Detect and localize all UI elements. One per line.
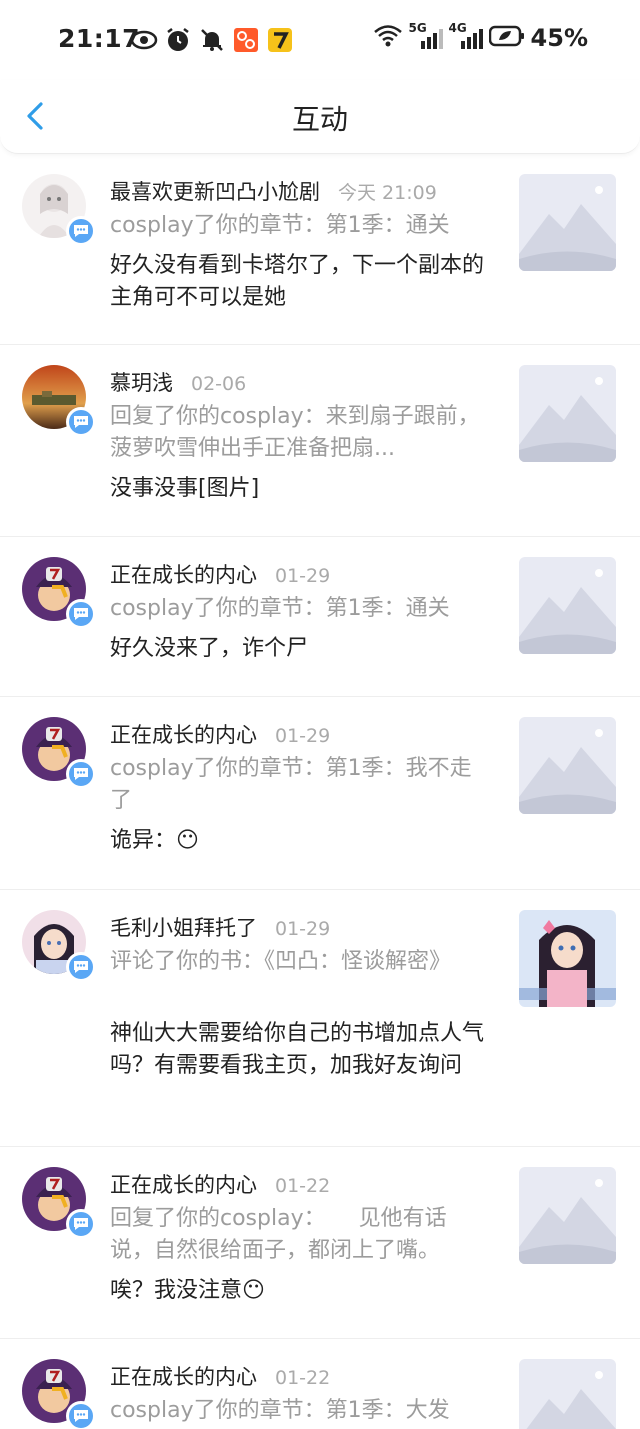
cover-thumbnail[interactable] [519, 365, 616, 462]
item-time: 01-22 [275, 1175, 331, 1197]
item-content: 慕玥浅 02-06 回复了你的cosplay：来到扇子跟前，菠萝吹雪伸出手正准备… [110, 367, 490, 505]
avatar[interactable] [22, 910, 96, 982]
item-reference: 评论了你的书：《凹凸：怪谈解密》 [110, 949, 452, 974]
wifi-icon [373, 24, 403, 52]
item-time: 01-29 [275, 565, 331, 587]
cover-thumbnail[interactable] [519, 717, 616, 814]
item-time: 01-29 [275, 918, 331, 940]
list-item[interactable]: 慕玥浅 02-06 回复了你的cosplay：来到扇子跟前，菠萝吹雪伸出手正准备… [0, 345, 640, 537]
comment-badge-icon [66, 952, 96, 982]
mute-bell-icon [198, 26, 226, 54]
item-reply: 诡异：😶 [110, 828, 199, 853]
comment-badge-icon [66, 599, 96, 629]
user-name[interactable]: 慕玥浅 [110, 367, 173, 397]
user-name[interactable]: 最喜欢更新凹凸小尬剧 [110, 176, 320, 206]
app-notification-icon [232, 26, 260, 54]
item-reference: cosplay了你的章节：第1季：我不走了 [110, 756, 472, 813]
item-reply: 好久没来了，诈个尸 [110, 636, 309, 661]
list-item[interactable]: 最喜欢更新凹凸小尬剧 今天 21:09 cosplay了你的章节：第1季：通关 … [0, 154, 640, 345]
avatar[interactable] [22, 174, 96, 246]
user-name[interactable]: 正在成长的内心 [110, 719, 257, 749]
interaction-list: 最喜欢更新凹凸小尬剧 今天 21:09 cosplay了你的章节：第1季：通关 … [0, 154, 640, 1429]
item-reply: 唉？我没注意😶 [110, 1278, 265, 1303]
item-reply: 神仙大大需要给你自己的书增加点人气吗？有需要看我主页，加我好友询问 [110, 1021, 485, 1078]
user-name[interactable]: 正在成长的内心 [110, 559, 257, 589]
battery-icon [488, 25, 525, 51]
nav-bar: 互动 [0, 80, 640, 154]
cover-thumbnail[interactable] [519, 174, 616, 271]
signal-4g-icon: 4G [449, 21, 483, 51]
avatar[interactable] [22, 1359, 96, 1429]
item-reference: cosplay了你的章节：第1季：通关 [110, 213, 450, 238]
app-seven-icon [266, 26, 294, 54]
status-bar: 21:17 5G 4G 45% [0, 0, 640, 80]
comment-badge-icon [66, 759, 96, 789]
cover-thumbnail[interactable] [519, 1167, 616, 1264]
item-time: 01-29 [275, 725, 331, 747]
item-content: 正在成长的内心 01-22 cosplay了你的章节：第1季：大发 [110, 1361, 490, 1427]
item-reference: cosplay了你的章节：第1季：大发 [110, 1398, 450, 1423]
item-content: 正在成长的内心 01-22 回复了你的cosplay： 见他有话说，自然很给面子… [110, 1169, 490, 1307]
cover-thumbnail[interactable] [519, 1359, 616, 1429]
item-content: 最喜欢更新凹凸小尬剧 今天 21:09 cosplay了你的章节：第1季：通关 … [110, 176, 490, 314]
comment-badge-icon [66, 1401, 96, 1429]
page-title: 互动 [291, 103, 348, 136]
avatar[interactable] [22, 1167, 96, 1239]
status-time: 21:17 [58, 24, 141, 53]
book-cover-thumbnail[interactable] [519, 910, 616, 1007]
user-name[interactable]: 正在成长的内心 [110, 1169, 257, 1199]
item-content: 正在成长的内心 01-29 cosplay了你的章节：第1季：我不走了 诡异：😶 [110, 719, 490, 857]
user-name[interactable]: 毛利小姐拜托了 [110, 912, 257, 942]
battery-percent: 45% [530, 24, 588, 52]
avatar[interactable] [22, 557, 96, 629]
status-right-icons: 5G 4G 45% [373, 21, 588, 52]
alarm-icon [164, 26, 192, 54]
avatar[interactable] [22, 365, 96, 437]
avatar[interactable] [22, 717, 96, 789]
item-content: 正在成长的内心 01-29 cosplay了你的章节：第1季：通关 好久没来了，… [110, 559, 490, 665]
item-reference: 回复了你的cosplay： 见他有话说，自然很给面子，都闭上了嘴。 [110, 1206, 447, 1263]
item-time: 今天 21:09 [338, 182, 437, 204]
signal-5g-icon: 5G [409, 21, 443, 51]
item-reference: 回复了你的cosplay：来到扇子跟前，菠萝吹雪伸出手正准备把扇... [110, 404, 480, 461]
list-item[interactable]: 正在成长的内心 01-29 cosplay了你的章节：第1季：我不走了 诡异：😶 [0, 697, 640, 890]
item-reply: 好久没有看到卡塔尔了，下一个副本的主角可不可以是她 [110, 253, 485, 310]
item-time: 01-22 [275, 1367, 331, 1389]
list-item[interactable]: 正在成长的内心 01-29 cosplay了你的章节：第1季：通关 好久没来了，… [0, 537, 640, 697]
cover-thumbnail[interactable] [519, 557, 616, 654]
user-name[interactable]: 正在成长的内心 [110, 1361, 257, 1391]
item-time: 02-06 [191, 373, 247, 395]
list-item[interactable]: 毛利小姐拜托了 01-29 评论了你的书：《凹凸：怪谈解密》 神仙大大需要给你自… [0, 890, 640, 1147]
status-left-icons [130, 26, 294, 54]
comment-badge-icon [66, 216, 96, 246]
list-item[interactable]: 正在成长的内心 01-22 回复了你的cosplay： 见他有话说，自然很给面子… [0, 1147, 640, 1339]
comment-badge-icon [66, 407, 96, 437]
item-reply: 没事没事[图片] [110, 476, 260, 501]
comment-badge-icon [66, 1209, 96, 1239]
eye-icon [130, 26, 158, 54]
item-reference: cosplay了你的章节：第1季：通关 [110, 596, 450, 621]
list-item[interactable]: 正在成长的内心 01-22 cosplay了你的章节：第1季：大发 [0, 1339, 640, 1429]
item-content: 毛利小姐拜托了 01-29 评论了你的书：《凹凸：怪谈解密》 神仙大大需要给你自… [110, 912, 490, 1082]
